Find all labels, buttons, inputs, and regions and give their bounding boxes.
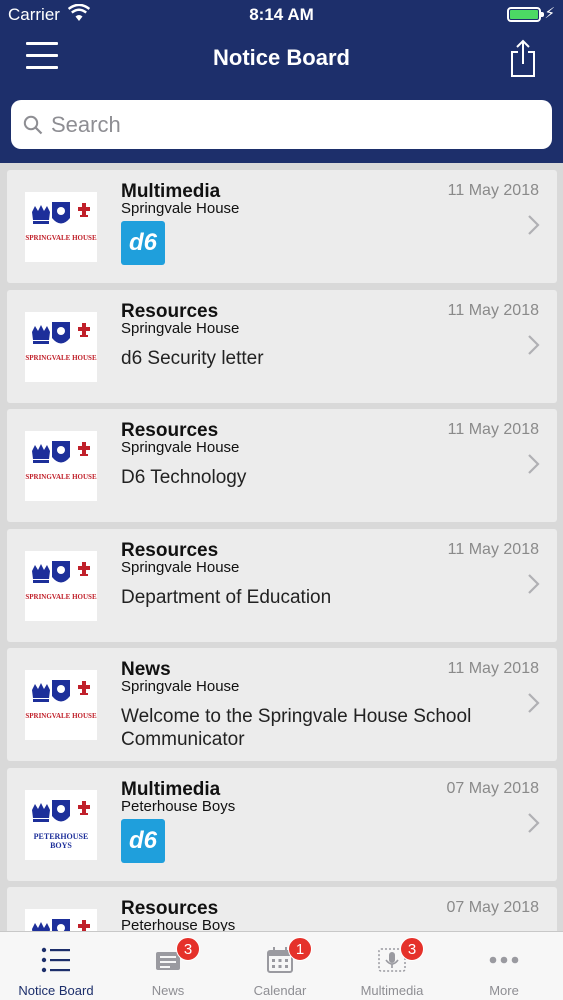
tab-label: Calendar [253, 983, 307, 998]
school-crest-icon [32, 919, 90, 931]
school-crest-icon [32, 441, 90, 463]
chevron-right-icon [528, 454, 540, 474]
chevron-right-icon [528, 812, 540, 833]
battery-icon [507, 7, 544, 22]
notice-body: D6 Technology [121, 467, 247, 488]
school-logo-text: Springvale House [25, 473, 97, 481]
more-dots-icon [489, 956, 519, 964]
list-icon [41, 947, 70, 973]
school-crest-icon [32, 202, 90, 224]
notice-card[interactable]: Springvale House News Springvale House 11 M… [7, 648, 557, 761]
d6-logo-icon: d6 [121, 818, 165, 863]
notice-school: Springvale House [121, 558, 240, 576]
search-bar[interactable] [11, 100, 552, 149]
school-logo: Springvale House [25, 192, 97, 262]
school-logo: Springvale House [25, 550, 97, 621]
chevron-right-icon [528, 693, 540, 713]
tab-calendar[interactable]: 1 Calendar [224, 932, 336, 1000]
notice-date: 11 May 2018 [447, 660, 539, 677]
notification-badge: 1 [288, 937, 312, 961]
tab-label: News [151, 983, 185, 998]
school-crest-icon [32, 799, 90, 822]
notice-school: Springvale House [121, 200, 240, 217]
notice-card[interactable]: Springvale House Resources Springvale Hous… [7, 528, 557, 642]
notice-school: Peterhouse Boys [121, 917, 236, 931]
notification-badge: 3 [400, 937, 424, 961]
notice-date: 11 May 2018 [447, 182, 539, 199]
school-crest-icon [32, 560, 90, 583]
notice-school: Springvale House [121, 678, 240, 695]
school-logo: Springvale House [25, 670, 97, 740]
school-logo-text: Springvale House [25, 592, 97, 601]
search-input[interactable] [51, 111, 531, 138]
notice-school: Springvale House [121, 439, 240, 456]
school-logo-text: Springvale House [25, 234, 97, 242]
school-logo: Springvale House [25, 431, 97, 501]
notice-list[interactable]: Springvale House Multimedia Springvale Hou… [0, 163, 563, 931]
notice-date: 07 May 2018 [446, 899, 539, 916]
notice-body: Welcome to the Springvale House School C… [121, 706, 472, 750]
notice-school: Peterhouse Boys [121, 797, 236, 815]
status-time: 8:14 AM [249, 5, 314, 24]
chevron-right-icon [528, 334, 540, 355]
tab-bar: Notice Board 3 News 1 Calendar 3 Multime… [0, 931, 563, 1000]
school-logo: Peterhouse Boys [25, 909, 97, 931]
tab-notice-board[interactable]: Notice Board [0, 932, 112, 1000]
notice-date: 07 May 2018 [446, 779, 539, 797]
navigation-bar: Notice Board [0, 30, 563, 90]
notice-card[interactable]: Springvale House Resources Springvale Hous… [7, 409, 557, 522]
notice-card[interactable]: Springvale House Resources Springvale Hous… [7, 289, 557, 403]
school-logo-text: Springvale House [25, 712, 97, 720]
tab-label: Notice Board [18, 983, 94, 998]
notice-card[interactable]: Peterhouse Boys Multimedia Peterhouse Boys… [7, 767, 557, 881]
school-logo: Springvale House [25, 311, 97, 382]
app-header: Carrier 8:14 AM ⚡ Notice Board [0, 0, 563, 163]
school-logo: Peterhouse Boys [25, 789, 97, 860]
chevron-right-icon [528, 215, 540, 235]
d6-logo-icon: d6 [121, 221, 165, 265]
tab-multimedia[interactable]: 3 Multimedia [336, 932, 448, 1000]
tab-label: More [489, 983, 519, 998]
tab-more[interactable]: More [448, 932, 560, 1000]
search-icon [23, 115, 43, 134]
school-logo-text: Peterhouse Boys [33, 831, 89, 850]
notice-body: d6 Security letter [121, 347, 264, 369]
school-logo-text: Springvale House [25, 353, 97, 362]
notice-school: Springvale House [121, 319, 240, 337]
status-bar: Carrier 8:14 AM ⚡ [0, 0, 563, 30]
notice-date: 11 May 2018 [447, 421, 539, 438]
page-title: Notice Board [213, 45, 350, 70]
charging-icon: ⚡ [544, 5, 555, 22]
tab-news[interactable]: 3 News [112, 932, 224, 1000]
school-crest-icon [32, 321, 90, 344]
notice-date: 11 May 2018 [447, 540, 539, 558]
school-crest-icon [32, 680, 90, 702]
chevron-right-icon [528, 573, 540, 594]
notice-body: Department of Education [121, 586, 332, 608]
tab-label: Multimedia [360, 983, 424, 998]
share-icon[interactable] [509, 38, 537, 78]
notification-badge: 3 [176, 937, 200, 961]
notice-date: 11 May 2018 [447, 301, 539, 319]
notice-card[interactable]: Peterhouse BoysResourcesPeterhouse Boys0… [7, 887, 557, 931]
notice-card[interactable]: Springvale House Multimedia Springvale Hou… [7, 170, 557, 283]
